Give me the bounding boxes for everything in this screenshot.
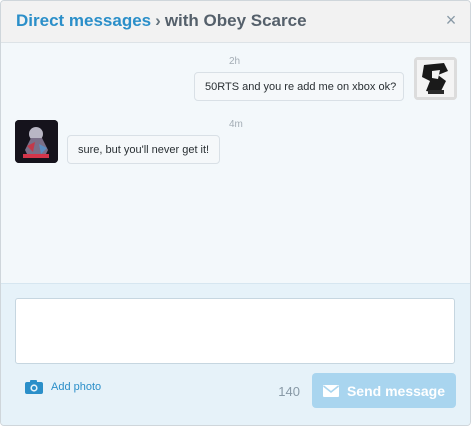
close-icon[interactable]: × xyxy=(444,11,458,29)
dialog-header: Direct messages › with Obey Scarce × xyxy=(1,1,470,43)
dialog-title: Direct messages › with Obey Scarce xyxy=(16,11,307,31)
send-message-label: Send message xyxy=(346,382,446,399)
breadcrumb-separator: › xyxy=(155,11,161,30)
character-count: 140 xyxy=(278,384,300,399)
obey-scarce-avatar-image xyxy=(15,120,58,163)
message-timestamp: 4m xyxy=(229,119,243,130)
message-input[interactable] xyxy=(15,298,455,364)
user-avatar[interactable] xyxy=(414,57,457,100)
received-message-bubble: sure, but you'll never get it! xyxy=(67,135,220,164)
dm-dialog: Direct messages › with Obey Scarce × 2h 50… xyxy=(0,0,471,426)
sent-message-bubble: 50RTS and you re add me on xbox ok? xyxy=(194,72,404,101)
add-photo-button[interactable]: Add photo xyxy=(25,380,101,394)
conversation-title: with Obey Scarce xyxy=(164,11,307,30)
obey-scarce-avatar[interactable] xyxy=(15,120,58,163)
envelope-icon xyxy=(322,384,339,397)
add-photo-label: Add photo xyxy=(51,381,102,393)
message-composer: Add photo 140 Send message xyxy=(1,283,470,425)
message-timestamp: 2h xyxy=(229,56,241,67)
direct-messages-link[interactable]: Direct messages xyxy=(16,11,151,30)
send-message-button[interactable]: Send message xyxy=(312,373,456,408)
user-avatar-image xyxy=(414,57,457,100)
camera-icon xyxy=(25,380,43,394)
message-thread: 2h 50RTS and you re add me on xbox ok? 4… xyxy=(1,43,470,283)
